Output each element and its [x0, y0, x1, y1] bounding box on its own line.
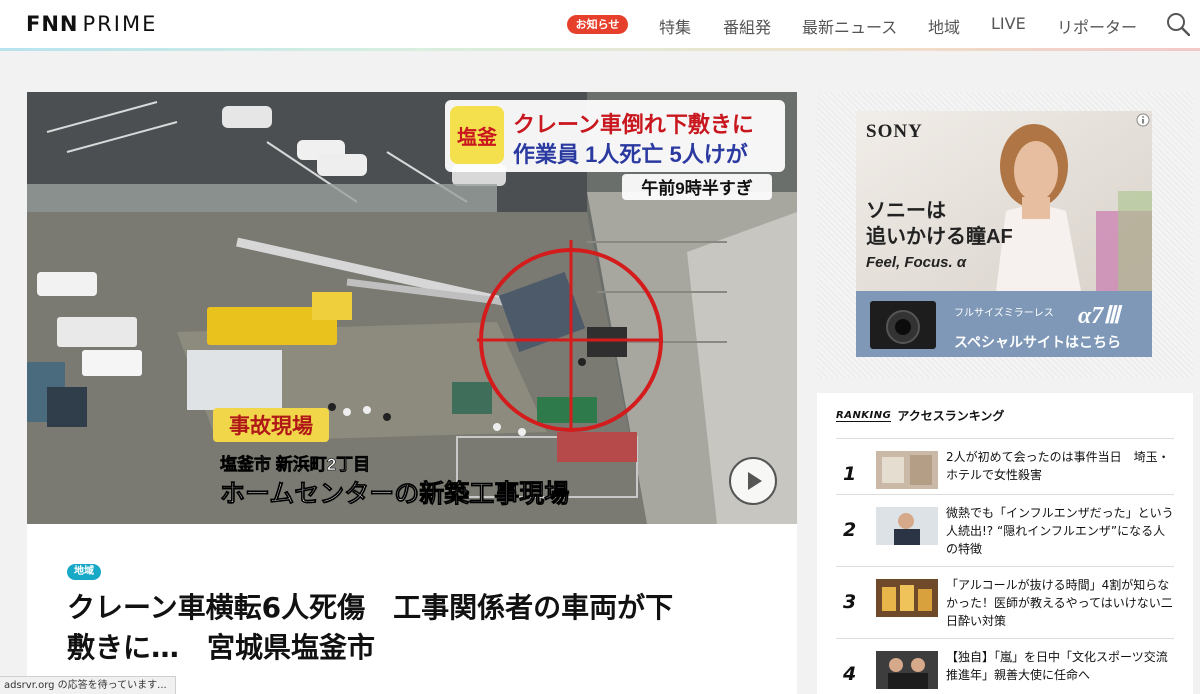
caption-scene: 事故現場 [229, 414, 313, 438]
site-header: FNN PRIME お知らせ 特集 番組発 最新ニュース 地域 LIVE リポータ… [0, 0, 1200, 50]
ad-cta: スペシャルサイトはこちら [954, 334, 1121, 350]
caption-line1: クレーン車倒れ下敷きに [513, 112, 754, 137]
ranking-header: RANKING アクセスランキング [836, 407, 1004, 424]
headline-line-1: クレーン車横転6人死傷 工事関係者の車両が下 [67, 591, 674, 624]
notice-badge[interactable]: お知らせ [567, 15, 628, 34]
nav-item-programs[interactable]: 番組発 [723, 14, 771, 38]
logo-main: FNN [26, 12, 79, 36]
ad-info-icon[interactable] [1136, 113, 1150, 127]
ranking-label-ja: アクセスランキング [897, 409, 1005, 423]
headline-line-2: 敷きに… 宮城県塩釜市 [67, 631, 376, 664]
sony-ad-banner[interactable]: SONY ソニーは 追いかける瞳AF Feel, Focus. α フルサイズミ… [856, 111, 1152, 357]
caption-region: 塩釜 [457, 125, 498, 149]
rank-title: 【独自】「嵐」を日中「文化スポーツ交流推進年」親善大使に任命へ [946, 650, 1168, 682]
ad-copy-2: 追いかける瞳AF [866, 224, 1013, 248]
category-tag[interactable]: 地域 [67, 564, 101, 580]
article-hero-image[interactable]: 塩釜 クレーン車倒れ下敷きに 作業員 1人死亡 5人けが 午前9時半すぎ 事故現… [27, 92, 797, 524]
nav-item-latest[interactable]: 最新ニュース [802, 14, 897, 38]
nav-item-region[interactable]: 地域 [928, 14, 960, 38]
play-video-button[interactable] [729, 457, 777, 505]
rank-title: 2人が初めて会ったのは事件当日 埼玉・ホテルで女性殺害 [946, 450, 1170, 482]
ad-copy-1: ソニーは [866, 200, 946, 222]
article-headline[interactable]: クレーン車横転6人死傷 工事関係者の車両が下 敷きに… 宮城県塩釜市 [67, 588, 767, 668]
ad-brand: SONY [866, 121, 923, 142]
logo-sub: PRIME [82, 12, 158, 36]
ad-copy-3: Feel, Focus. α [866, 254, 967, 271]
caption-site: ホームセンターの新築工事現場 [220, 479, 569, 508]
ranking-item[interactable]: 4 【独自】「嵐」を日中「文化スポーツ交流推進年」親善大使に任命へ [836, 638, 1174, 694]
rank-thumbnail [876, 507, 938, 545]
aerial-photo: 塩釜 クレーン車倒れ下敷きに 作業員 1人死亡 5人けが 午前9時半すぎ 事故現… [27, 92, 797, 524]
ad-creative: SONY ソニーは 追いかける瞳AF Feel, Focus. α フルサイズミ… [856, 111, 1152, 357]
ad-product-name: α7Ⅲ [1078, 303, 1123, 329]
nav-item-features[interactable]: 特集 [659, 14, 691, 38]
browser-status-bar: adsrvr.org の応答を待っています... [0, 676, 176, 694]
rank-number: 1 [843, 463, 857, 485]
caption-line2: 作業員 1人死亡 5人けが [513, 142, 748, 167]
rank-title: 「アルコールが抜ける時間」4割が知らなかった！医師が教えるやってはいけない二日酔… [946, 578, 1173, 628]
rank-number: 2 [843, 519, 857, 541]
rank-thumbnail [876, 651, 938, 689]
site-logo[interactable]: FNN PRIME [26, 12, 157, 36]
caption-time: 午前9時半すぎ [641, 178, 752, 198]
rank-thumbnail [876, 451, 938, 489]
search-icon[interactable] [1166, 12, 1190, 36]
ad-product-label: フルサイズミラーレス [954, 306, 1054, 319]
caption-address: 塩釜市 新浜町2丁目 [220, 454, 370, 474]
rank-number: 3 [843, 591, 857, 613]
nav-item-reporter[interactable]: リポーター [1057, 14, 1137, 38]
play-icon [748, 472, 762, 490]
rank-number: 4 [843, 663, 857, 685]
rank-thumbnail [876, 579, 938, 617]
ranking-item[interactable]: 2 微熱でも「インフルエンザだった」という人続出!? “隠れインフルエンザ”にな… [836, 494, 1174, 566]
rank-title: 微熱でも「インフルエンザだった」という人続出!? “隠れインフルエンザ”になる人… [946, 506, 1174, 556]
header-accent-line [0, 48, 1200, 51]
nav-item-live[interactable]: LIVE [991, 14, 1026, 33]
ranking-label-en: RANKING [836, 409, 892, 422]
ranking-item[interactable]: 3 「アルコールが抜ける時間」4割が知らなかった！医師が教えるやってはいけない二… [836, 566, 1174, 638]
